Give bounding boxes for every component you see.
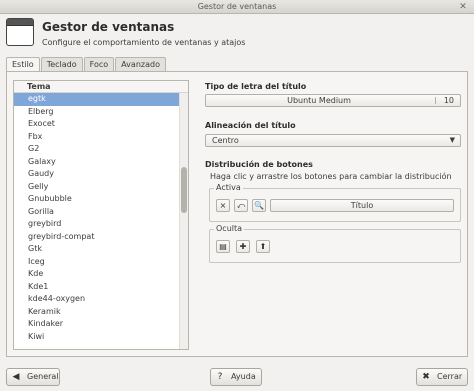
theme-list-item[interactable]: Kde — [14, 268, 181, 281]
maximize-button-icon[interactable]: 🔍 — [252, 199, 266, 212]
title-alignment-label: Alineación del título — [205, 121, 296, 130]
close-button-icon[interactable]: × — [216, 199, 230, 212]
theme-list-item[interactable]: G2 — [14, 143, 181, 156]
theme-list-item[interactable]: Gelly — [14, 181, 181, 194]
close-button[interactable]: ✖ Cerrar — [416, 368, 468, 386]
hidden-buttons-group: Oculta ▤ ✚ ⬆ — [209, 224, 461, 263]
theme-list[interactable]: Tema egtk Elberg Exocet Fbx G2 Galaxy Gaudy Gel… — [13, 80, 189, 350]
theme-list-item[interactable]: Elberg — [14, 106, 181, 119]
close-icon[interactable]: ✕ — [458, 2, 468, 12]
theme-list-items: egtk Elberg Exocet Fbx G2 Galaxy Gaudy Gelly Gnu… — [14, 93, 181, 343]
tab-avanzado[interactable]: Avanzado — [115, 57, 166, 71]
theme-list-item[interactable]: egtk — [14, 93, 181, 106]
shade-button-icon[interactable]: ⤺ — [234, 199, 248, 212]
font-size: 10 — [443, 96, 454, 105]
theme-list-item[interactable]: greybird-compat — [14, 231, 181, 244]
dialog-header: Gestor de ventanas Configure el comporta… — [0, 14, 474, 56]
tab-bar: Estilo Teclado Foco Avanzado — [6, 57, 167, 72]
theme-list-item[interactable]: greybird — [14, 218, 181, 231]
scrollbar-thumb[interactable] — [181, 167, 187, 213]
close-icon: ✖ — [422, 372, 430, 382]
font-separator — [435, 97, 436, 104]
hidden-group-label: Oculta — [214, 224, 245, 233]
active-buttons-group: Activa × ⤺ 🔍 Título — [209, 183, 461, 222]
theme-list-item[interactable]: Kiwi — [14, 331, 181, 344]
theme-list-item[interactable]: Exocet — [14, 118, 181, 131]
dialog-title: Gestor de ventanas — [42, 20, 175, 34]
chevron-down-icon: ▼ — [449, 136, 455, 144]
menu-button-icon[interactable]: ▤ — [216, 240, 230, 253]
title-placeholder-button[interactable]: Título — [270, 199, 454, 212]
above-button-icon[interactable]: ⬆ — [256, 240, 270, 253]
help-button[interactable]: ? Ayuda — [210, 368, 262, 386]
font-name: Ubuntu Medium — [287, 96, 351, 105]
general-button[interactable]: ◀ General — [6, 368, 60, 386]
theme-list-item[interactable]: Gorilla — [14, 206, 181, 219]
title-alignment-select[interactable]: Centro ▼ — [205, 134, 461, 147]
arrow-left-icon: ◀ — [12, 372, 20, 382]
tab-estilo[interactable]: Estilo — [6, 57, 40, 72]
dialog-subtitle: Configure el comportamiento de ventanas … — [42, 38, 246, 47]
theme-list-item[interactable]: Fbx — [14, 131, 181, 144]
window-manager-icon — [6, 18, 34, 46]
style-panel: Tema egtk Elberg Exocet Fbx G2 Galaxy Gaudy Gel… — [6, 71, 468, 357]
window-titlebar: Gestor de ventanas ✕ — [0, 0, 474, 14]
theme-list-item[interactable]: Keramik — [14, 306, 181, 319]
theme-list-header: Tema — [14, 81, 188, 93]
theme-list-item[interactable]: Gnububble — [14, 193, 181, 206]
active-group-label: Activa — [214, 183, 243, 192]
theme-list-item[interactable]: Galaxy — [14, 156, 181, 169]
buttons-layout-label: Distribución de botones — [205, 160, 313, 169]
theme-list-item[interactable]: Kde1 — [14, 281, 181, 294]
buttons-layout-description: Haga clic y arrastre los botones para ca… — [210, 172, 452, 181]
theme-list-item[interactable]: Gaudy — [14, 168, 181, 181]
theme-list-scrollbar[interactable] — [179, 93, 188, 349]
theme-list-item[interactable]: kde44-oxygen — [14, 293, 181, 306]
theme-list-item[interactable]: Iceg — [14, 256, 181, 269]
stick-button-icon[interactable]: ✚ — [236, 240, 250, 253]
title-font-label: Tipo de letra del título — [205, 82, 307, 91]
window-title: Gestor de ventanas — [197, 2, 277, 11]
tab-teclado[interactable]: Teclado — [40, 57, 83, 71]
title-alignment-value: Centro — [212, 136, 239, 145]
help-icon: ? — [217, 372, 223, 382]
title-font-button[interactable]: Ubuntu Medium 10 — [205, 94, 461, 107]
tab-foco[interactable]: Foco — [83, 57, 115, 71]
theme-list-item[interactable]: Gtk — [14, 243, 181, 256]
theme-list-item[interactable]: Kindaker — [14, 318, 181, 331]
